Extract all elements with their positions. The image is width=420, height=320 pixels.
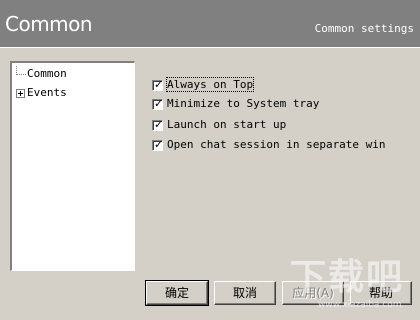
launch-on-startup-checkbox[interactable]: ✓ — [152, 117, 164, 131]
tree-item-common[interactable]: Common — [16, 65, 67, 81]
expand-plus-icon[interactable] — [16, 88, 25, 98]
minimize-to-tray-checkbox[interactable]: ✓ — [152, 96, 164, 110]
checkmark-icon: ✓ — [154, 117, 164, 131]
option-label: Launch on start up — [167, 118, 287, 131]
tree-item-label: Events — [27, 86, 67, 99]
checkmark-icon: ✓ — [154, 77, 164, 91]
option-launch-on-startup[interactable]: ✓ Launch on start up — [152, 118, 286, 132]
settings-tree[interactable]: Common Events — [10, 61, 135, 271]
cancel-button[interactable]: 取消 — [214, 281, 276, 305]
option-separate-chat-window[interactable]: ✓ Open chat session in separate win — [152, 138, 386, 152]
apply-button: 应用(A) — [282, 281, 344, 305]
option-label: Always on Top — [165, 77, 255, 92]
help-button[interactable]: 帮助 — [350, 281, 412, 305]
checkmark-icon: ✓ — [154, 96, 164, 110]
checkmark-icon: ✓ — [154, 137, 164, 151]
option-label: Minimize to System tray — [167, 97, 320, 110]
tree-item-events[interactable]: Events — [16, 86, 67, 100]
tree-item-label: Common — [27, 67, 67, 80]
option-always-on-top[interactable]: ✓ Always on Top — [152, 77, 255, 92]
option-label: Open chat session in separate win — [167, 138, 386, 151]
header-banner: Common Common settings — [0, 0, 420, 46]
option-minimize-to-tray[interactable]: ✓ Minimize to System tray — [152, 97, 319, 111]
separate-chat-window-checkbox[interactable]: ✓ — [152, 137, 164, 151]
tree-connector-icon — [16, 65, 26, 75]
header-divider — [0, 46, 420, 48]
page-title: Common — [5, 12, 93, 36]
page-subtitle: Common settings — [314, 22, 414, 35]
ok-button[interactable]: 确定 — [145, 280, 209, 306]
always-on-top-checkbox[interactable]: ✓ — [152, 77, 164, 91]
